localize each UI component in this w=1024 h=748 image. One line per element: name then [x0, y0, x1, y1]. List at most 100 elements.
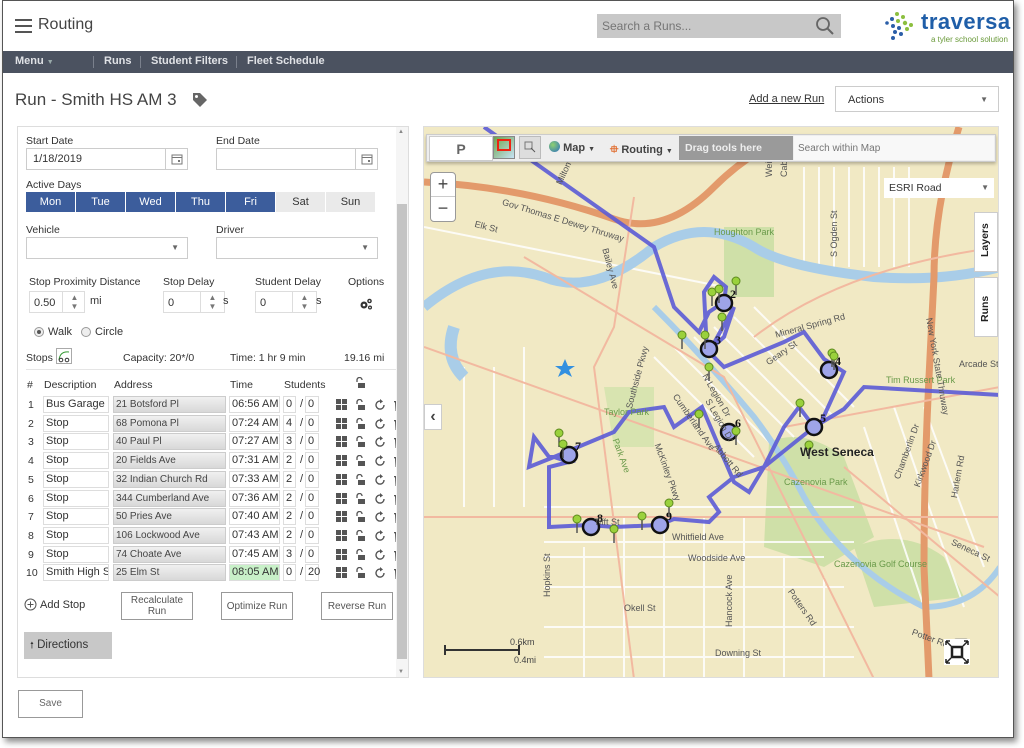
tag-icon[interactable]: [191, 91, 209, 109]
collapse-panel-arrow-icon[interactable]: ‹: [424, 404, 442, 430]
description-input[interactable]: Smith High School: [43, 564, 109, 582]
student-pin-icon[interactable]: [700, 330, 710, 340]
pickup-count-input[interactable]: 0: [283, 396, 296, 413]
start-date-field[interactable]: 1/18/2019: [26, 148, 188, 170]
address-input[interactable]: 20 Fields Ave: [113, 452, 226, 470]
student-delay-input[interactable]: 0 ▲ ▼: [255, 291, 317, 313]
save-button[interactable]: Save: [18, 690, 83, 718]
recalculate-run-button[interactable]: Recalculate Run: [121, 592, 193, 620]
zoom-out-button[interactable]: −: [431, 197, 455, 221]
refresh-icon[interactable]: [374, 548, 386, 561]
scrollbar-thumb[interactable]: [397, 204, 407, 659]
refresh-icon[interactable]: [374, 529, 386, 542]
unlock-icon[interactable]: [355, 529, 367, 542]
student-pin-icon[interactable]: [704, 362, 714, 372]
add-stop-button[interactable]: Add Stop: [40, 599, 85, 611]
description-input[interactable]: Stop: [43, 545, 109, 563]
unlock-all-icon[interactable]: [355, 377, 366, 389]
add-stop-icon[interactable]: [24, 598, 40, 614]
description-input[interactable]: Stop: [43, 452, 109, 470]
student-pin-icon[interactable]: [677, 330, 687, 340]
time-input[interactable]: 07:45 AM: [229, 545, 280, 563]
dropoff-count-input[interactable]: 0: [305, 526, 319, 544]
grid-icon[interactable]: [336, 492, 348, 505]
description-input[interactable]: Stop: [43, 433, 109, 451]
scroll-up-icon[interactable]: ▲: [398, 129, 404, 135]
student-pin-icon[interactable]: [558, 439, 568, 449]
dropoff-count-input[interactable]: 0: [305, 452, 319, 470]
student-pin-icon[interactable]: [554, 428, 564, 438]
day-toggle-fri[interactable]: Fri: [226, 192, 275, 212]
unlock-icon[interactable]: [355, 567, 367, 579]
address-input[interactable]: 106 Lockwood Ave: [113, 526, 226, 544]
unlock-icon[interactable]: [355, 492, 367, 505]
p-button[interactable]: P: [429, 136, 493, 161]
dropoff-count-input[interactable]: 0: [305, 396, 319, 413]
gears-icon[interactable]: [359, 298, 373, 310]
dropoff-count-input[interactable]: 0: [305, 489, 319, 507]
address-input[interactable]: 344 Cumberland Ave: [113, 489, 226, 507]
refresh-icon[interactable]: [374, 492, 386, 505]
map-view[interactable]: 23456789 240 Gov Thomas E Dewey ThruwayE…: [423, 126, 999, 678]
grid-icon[interactable]: [336, 417, 348, 430]
unlock-icon[interactable]: [355, 511, 367, 523]
day-toggle-sun[interactable]: Sun: [326, 192, 375, 212]
actions-dropdown[interactable]: Actions ▼: [835, 86, 999, 112]
dropoff-count-input[interactable]: 0: [305, 414, 319, 432]
spinner-arrows-icon[interactable]: ▲ ▼: [200, 292, 224, 312]
refresh-icon[interactable]: [374, 455, 386, 467]
optimize-run-button[interactable]: Optimize Run: [221, 592, 293, 620]
refresh-icon[interactable]: [374, 567, 386, 579]
pickup-count-input[interactable]: 2: [283, 489, 296, 507]
grid-icon[interactable]: [336, 399, 348, 411]
basemap-select[interactable]: ESRI Road ▼: [884, 178, 994, 198]
day-toggle-wed[interactable]: Wed: [126, 192, 175, 212]
directions-toggle[interactable]: 🠕 Directions: [24, 632, 112, 659]
description-input[interactable]: Stop: [43, 508, 109, 526]
pickup-count-input[interactable]: 3: [283, 433, 296, 451]
dropoff-count-input[interactable]: 0: [305, 545, 319, 563]
description-input[interactable]: Stop: [43, 414, 109, 432]
unlock-icon[interactable]: [355, 417, 367, 430]
end-date-field[interactable]: [216, 148, 378, 170]
routing-menu[interactable]: ⯐ Routing ▼: [610, 141, 673, 160]
time-input[interactable]: 06:56 AM: [229, 396, 280, 413]
zoom-box-icon[interactable]: [519, 136, 541, 159]
search-icon[interactable]: [815, 16, 835, 36]
nav-menu[interactable]: Menu ▼: [15, 55, 54, 67]
driver-select[interactable]: ▼: [216, 237, 378, 259]
reverse-run-button[interactable]: Reverse Run: [321, 592, 393, 620]
map-menu[interactable]: Map ▼: [549, 141, 595, 154]
time-input[interactable]: 07:43 AM: [229, 526, 280, 544]
time-input[interactable]: 07:33 AM: [229, 470, 280, 488]
pickup-count-input[interactable]: 0: [283, 564, 296, 582]
calendar-icon[interactable]: [165, 149, 187, 169]
unlock-icon[interactable]: [355, 454, 367, 467]
nav-fleet-schedule[interactable]: Fleet Schedule: [247, 55, 325, 67]
pickup-count-input[interactable]: 2: [283, 452, 296, 470]
nav-student-filters[interactable]: Student Filters: [151, 55, 228, 67]
hamburger-menu-icon[interactable]: [15, 19, 32, 33]
grid-icon[interactable]: [336, 567, 348, 579]
drag-tools-area[interactable]: Drag tools here: [679, 136, 793, 160]
circle-radio[interactable]: [81, 327, 91, 337]
refresh-icon[interactable]: [374, 436, 386, 448]
stop-delay-input[interactable]: 0 ▲ ▼: [163, 291, 225, 313]
time-input[interactable]: 07:27 AM: [229, 433, 280, 451]
panel-scrollbar[interactable]: ▲ ▼: [396, 127, 408, 677]
spinner-arrows-icon[interactable]: ▲ ▼: [292, 292, 316, 312]
address-input[interactable]: 68 Pomona Pl: [113, 414, 226, 432]
refresh-icon[interactable]: [374, 399, 386, 411]
grid-icon[interactable]: [336, 529, 348, 542]
scroll-down-icon[interactable]: ▼: [398, 669, 404, 675]
description-input[interactable]: Bus Garage: [43, 396, 109, 413]
grid-icon[interactable]: [336, 511, 348, 523]
layers-tab[interactable]: Layers: [974, 212, 998, 272]
dropoff-count-input[interactable]: 0: [305, 508, 319, 526]
add-new-run-link[interactable]: Add a new Run: [749, 93, 824, 105]
spinner-arrows-icon[interactable]: ▲ ▼: [62, 292, 86, 312]
grid-icon[interactable]: [336, 473, 348, 486]
time-input[interactable]: 07:40 AM: [229, 508, 280, 526]
address-input[interactable]: 32 Indian Church Rd: [113, 470, 226, 488]
map-search-input[interactable]: [794, 136, 994, 160]
